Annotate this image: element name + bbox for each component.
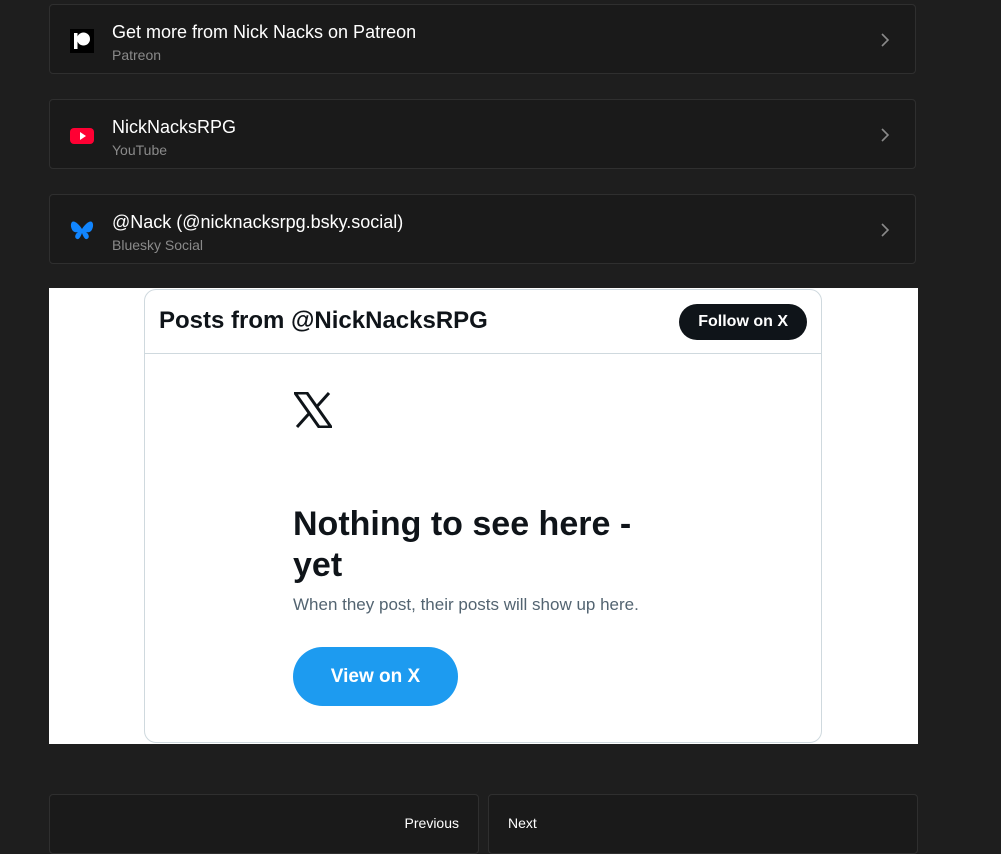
- link-title: Get more from Nick Nacks on Patreon: [112, 22, 417, 42]
- x-timeline-header: Posts from @NickNacksRPG Follow on X: [145, 290, 821, 354]
- link-card-youtube[interactable]: NickNacksRPG YouTube: [49, 99, 916, 169]
- link-subtitle: Bluesky Social: [112, 237, 204, 253]
- next-page-button[interactable]: Next: [488, 794, 918, 854]
- link-subtitle: YouTube: [112, 142, 168, 158]
- chevron-right-icon: [881, 223, 890, 237]
- next-label: Next: [508, 815, 537, 831]
- empty-state-subtitle: When they post, their posts will show up…: [293, 595, 639, 614]
- bluesky-icon: [70, 219, 94, 243]
- patreon-icon: [70, 29, 94, 53]
- x-timeline-card: Posts from @NickNacksRPG Follow on X Not…: [144, 289, 822, 743]
- chevron-right-icon: [881, 128, 890, 142]
- x-timeline-title: Posts from @NickNacksRPG: [159, 307, 488, 334]
- link-card-bluesky[interactable]: @Nack (@nicknacksrpg.bsky.social) Bluesk…: [49, 194, 916, 264]
- youtube-icon: [70, 124, 94, 148]
- chevron-right-icon: [881, 33, 890, 47]
- link-title: NickNacksRPG: [112, 117, 237, 137]
- x-timeline-embed: Posts from @NickNacksRPG Follow on X Not…: [49, 288, 918, 744]
- link-subtitle: Patreon: [112, 47, 162, 63]
- view-on-x-button[interactable]: View on X: [293, 647, 458, 706]
- x-logo-icon: [294, 392, 332, 428]
- link-title: @Nack (@nicknacksrpg.bsky.social): [112, 212, 404, 232]
- follow-on-x-button[interactable]: Follow on X: [679, 304, 807, 340]
- link-card-patreon[interactable]: Get more from Nick Nacks on Patreon Patr…: [49, 4, 916, 74]
- previous-label: Previous: [404, 815, 459, 831]
- empty-state-title: Nothing to see here - yet: [293, 505, 632, 584]
- previous-page-button[interactable]: Previous: [49, 794, 479, 854]
